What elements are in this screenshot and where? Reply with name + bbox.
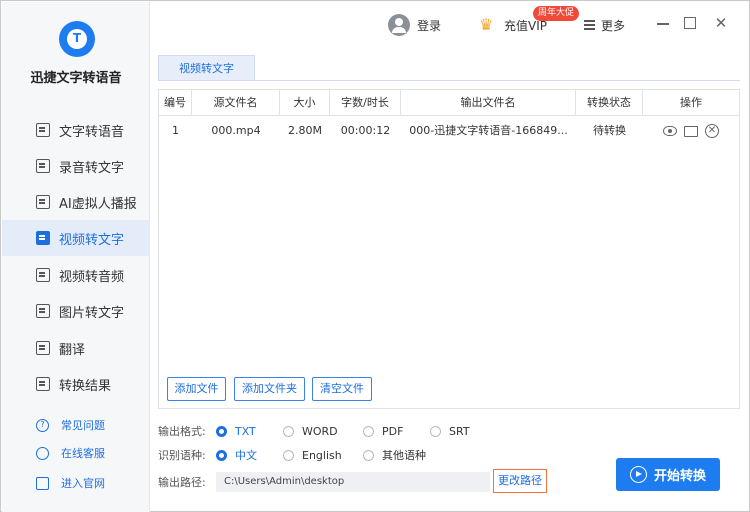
app-logo-icon: T [59, 21, 95, 57]
monitor-icon [36, 476, 49, 490]
sidebar-item-video-to-text[interactable]: 视频转文字 [2, 220, 150, 256]
column-header: 输出文件名 [401, 90, 576, 116]
support-link-label: 在线客服 [61, 447, 105, 460]
avatar-icon [388, 14, 410, 36]
cell-output-file: 000-迅捷文字转语音-166849... [409, 124, 568, 137]
column-header: 字数/时长 [330, 90, 401, 116]
column-header: 操作 [680, 96, 702, 109]
start-convert-label: 开始转换 [653, 469, 706, 484]
play-icon [629, 466, 647, 483]
sidebar-item-label: AI虚拟人播报 [59, 196, 137, 212]
promo-badge: 周年大促 [533, 6, 580, 21]
add-folder-button[interactable]: 添加文件夹 [234, 377, 305, 401]
sidebar-item-results[interactable]: 转换结果 [2, 366, 150, 402]
sidebar-item-video-to-audio[interactable]: 视频转音频 [2, 257, 150, 293]
sidebar-item-label: 录音转文字 [59, 160, 125, 176]
cell-source-file: 000.mp4 [211, 124, 261, 137]
video-text-icon [36, 231, 50, 245]
sidebar-item-recording-to-text[interactable]: 录音转文字 [2, 148, 150, 184]
open-folder-icon[interactable] [684, 125, 698, 137]
cell-duration: 00:00:12 [340, 124, 391, 137]
language-label: 识别语种: [158, 449, 206, 462]
column-header: 大小 [280, 90, 330, 116]
file-table: 编号 源文件名 大小 字数/时长 输出文件名 转换状态 操作 1 000.mp4… [158, 89, 740, 409]
help-icon: ? [36, 418, 49, 432]
sidebar-item-text-to-speech[interactable]: 文字转语音 [2, 112, 150, 148]
output-path-row: 输出路径: [158, 473, 216, 491]
tab-divider [158, 80, 740, 81]
help-link-label: 常见问题 [61, 419, 105, 432]
output-format-label: 输出格式: [158, 425, 206, 438]
cell-size: 2.80M [288, 124, 322, 137]
support-link[interactable]: 在线客服 [2, 441, 150, 465]
cell-status: 待转换 [593, 124, 626, 137]
sidebar-item-label: 视频转文字 [59, 232, 125, 248]
sidebar-item-image-to-text[interactable]: 图片转文字 [2, 293, 150, 329]
change-path-button[interactable]: 更改路径 [493, 469, 547, 493]
format-word-radio[interactable]: WORD [283, 425, 363, 438]
crown-icon: ♛ [479, 15, 494, 34]
sidebar: T 迅捷文字转语音 文字转语音 录音转文字 AI虚拟人播报 视频转文字 视频转音… [2, 2, 150, 512]
video-audio-icon [36, 268, 50, 282]
results-icon [36, 377, 50, 391]
remove-close-icon[interactable]: ✕ [705, 124, 719, 138]
preview-eye-icon[interactable] [663, 126, 677, 136]
headset-icon [36, 446, 49, 460]
add-file-button[interactable]: 添加文件 [167, 377, 226, 401]
app-window: T 迅捷文字转语音 文字转语音 录音转文字 AI虚拟人播报 视频转文字 视频转音… [0, 0, 750, 512]
column-header: 编号 [159, 90, 192, 116]
table-header: 编号 源文件名 大小 字数/时长 输出文件名 转换状态 操作 [159, 90, 739, 116]
tab-video-to-text[interactable]: 视频转文字 [158, 55, 255, 81]
sidebar-item-label: 文字转语音 [59, 124, 125, 140]
table-row[interactable]: 1 000.mp4 2.80M 00:00:12 000-迅捷文字转语音-166… [159, 116, 739, 146]
website-link[interactable]: 进入官网 [2, 471, 150, 495]
format-srt-radio[interactable]: SRT [430, 425, 470, 438]
cell-number: 1 [172, 124, 179, 137]
text-to-speech-icon [36, 123, 50, 137]
login-label: 登录 [417, 18, 442, 33]
help-link[interactable]: ? 常见问题 [2, 413, 150, 437]
sidebar-item-ai-avatar[interactable]: AI虚拟人播报 [2, 184, 150, 220]
minimize-icon[interactable] [656, 16, 670, 30]
language-other-radio[interactable]: 其他语种 [363, 447, 426, 463]
app-title: 迅捷文字转语音 [30, 71, 122, 86]
menu-icon [584, 18, 595, 33]
login-button[interactable]: 登录 [388, 13, 441, 37]
translate-icon [36, 341, 50, 355]
website-link-label: 进入官网 [61, 477, 105, 490]
column-header: 源文件名 [192, 90, 280, 116]
sidebar-item-label: 转换结果 [59, 378, 112, 394]
language-row: 识别语种: 中文 English 其他语种 [158, 446, 426, 464]
column-header: 转换状态 [576, 90, 643, 116]
output-path-label: 输出路径: [158, 476, 206, 489]
sidebar-item-label: 图片转文字 [59, 305, 125, 321]
ai-avatar-icon [36, 195, 50, 209]
image-text-icon [36, 304, 50, 318]
clear-files-button[interactable]: 清空文件 [312, 377, 372, 401]
close-icon[interactable]: ✕ [714, 16, 728, 31]
more-menu-button[interactable]: 更多 [584, 13, 625, 37]
format-txt-radio[interactable]: TXT [216, 425, 283, 438]
maximize-icon[interactable] [684, 17, 696, 29]
start-convert-button[interactable]: 开始转换 [616, 458, 720, 491]
language-english-radio[interactable]: English [283, 449, 363, 462]
more-label: 更多 [601, 18, 626, 33]
recording-icon [36, 159, 50, 173]
format-pdf-radio[interactable]: PDF [363, 425, 430, 438]
output-path-field[interactable]: C:\Users\Admin\desktop [216, 472, 490, 492]
language-chinese-radio[interactable]: 中文 [216, 447, 283, 463]
sidebar-item-translate[interactable]: 翻译 [2, 330, 150, 366]
cell-actions: ✕ [643, 116, 739, 146]
sidebar-item-label: 视频转音频 [59, 269, 125, 285]
output-format-row: 输出格式: TXT WORD PDF SRT [158, 422, 470, 440]
sidebar-item-label: 翻译 [59, 342, 86, 358]
